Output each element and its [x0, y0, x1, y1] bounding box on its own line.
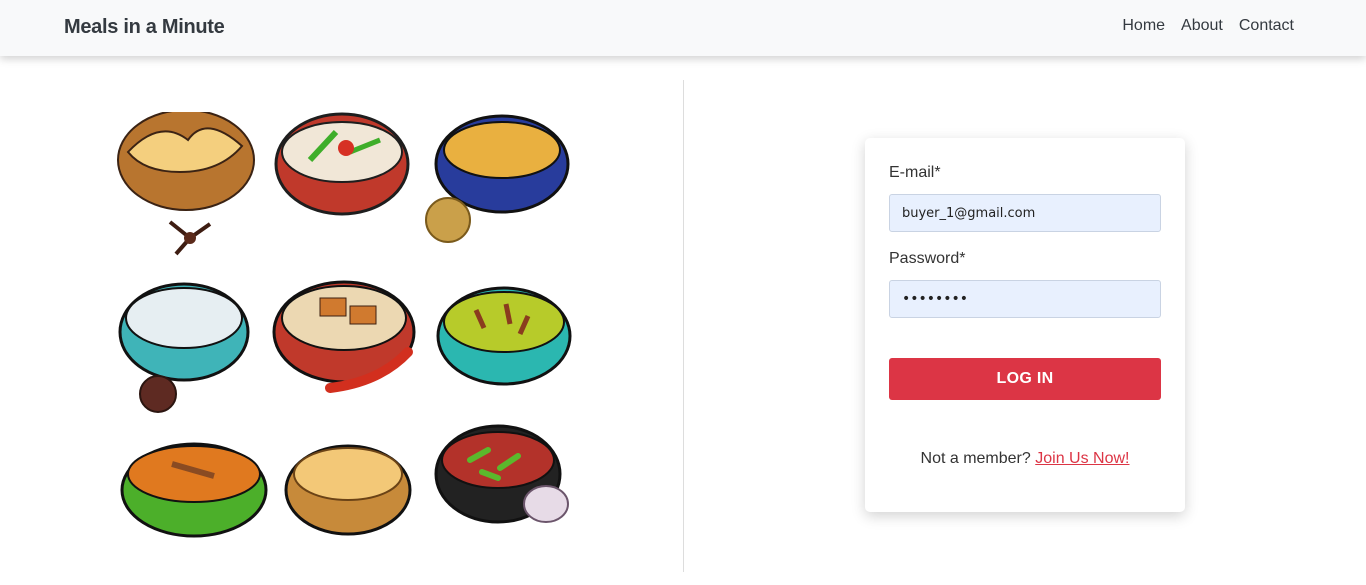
rice-bowl-icon [118, 282, 250, 413]
bread-basket-icon [117, 109, 255, 256]
dal-bowl-icon [425, 114, 570, 243]
nav-link-home[interactable]: Home [1122, 17, 1165, 35]
vertical-divider [683, 80, 684, 572]
flatbread-bowl-icon [284, 444, 412, 536]
spice-curry-bowl-icon [120, 442, 268, 538]
curry-bowl-chili-icon [274, 112, 410, 216]
password-field[interactable]: •••••••• [889, 280, 1161, 318]
signup-prompt: Not a member? Join Us Now! [865, 450, 1185, 468]
nav-link-contact[interactable]: Contact [1239, 17, 1294, 35]
email-field[interactable]: buyer_1@gmail.com [889, 194, 1161, 232]
food-bowls-illustration [110, 109, 580, 542]
brand-title[interactable]: Meals in a Minute [64, 16, 225, 39]
join-link[interactable]: Join Us Now! [1035, 450, 1129, 467]
login-button[interactable]: LOG IN [889, 358, 1161, 400]
nav-links: Home About Contact [1122, 17, 1294, 35]
login-card: E-mail* buyer_1@gmail.com Password* ••••… [865, 138, 1185, 512]
navbar: Meals in a Minute Home About Contact [0, 0, 1366, 56]
chicken-rice-bowl-icon [272, 280, 416, 393]
password-label: Password* [889, 250, 966, 267]
email-label: E-mail* [889, 164, 941, 181]
red-curry-bowl-icon [434, 424, 569, 524]
signup-prompt-text: Not a member? [920, 450, 1031, 467]
nav-link-about[interactable]: About [1181, 17, 1223, 35]
green-curry-bowl-icon [436, 286, 572, 386]
